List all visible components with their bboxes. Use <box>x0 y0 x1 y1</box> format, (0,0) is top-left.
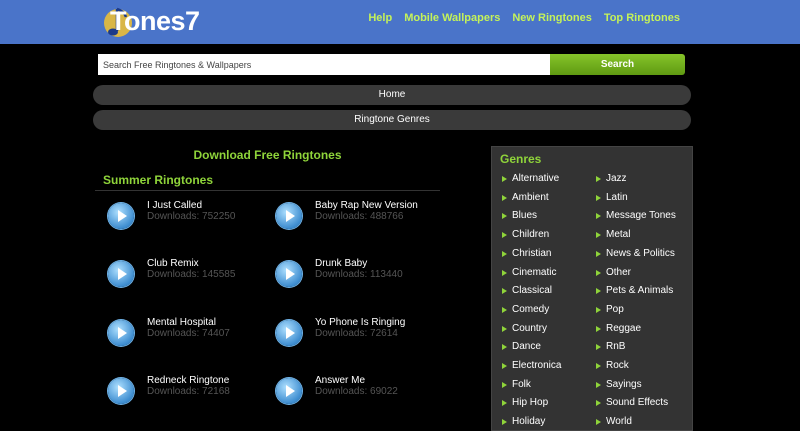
ringtone-downloads: Downloads: 72168 <box>147 386 230 397</box>
ringtone-downloads: Downloads: 752250 <box>147 211 236 222</box>
search-input[interactable] <box>98 54 550 75</box>
menu-home[interactable]: Home <box>93 85 691 105</box>
genre-link[interactable]: Electronica <box>501 360 561 371</box>
genre-link[interactable]: World <box>596 416 632 427</box>
genre-link[interactable]: Children <box>501 229 549 240</box>
genre-link[interactable]: Folk <box>502 379 531 390</box>
header-bar: Tones7 Help Mobile Wallpapers New Ringto… <box>0 0 800 44</box>
nav-help-link[interactable]: Help <box>368 12 392 24</box>
genre-link[interactable]: Reggae <box>595 323 641 334</box>
ringtone-title[interactable]: Club Remix <box>147 258 199 269</box>
play-icon[interactable] <box>108 261 134 287</box>
play-icon[interactable] <box>276 261 302 287</box>
play-icon[interactable] <box>108 378 134 404</box>
ringtone-title[interactable]: Baby Rap New Version <box>315 200 418 211</box>
genre-link[interactable]: Latin <box>596 192 628 203</box>
play-icon[interactable] <box>108 320 134 346</box>
play-icon[interactable] <box>276 378 302 404</box>
nav-mobile-wallpapers-link[interactable]: Mobile Wallpapers <box>404 12 500 24</box>
genre-link[interactable]: Other <box>595 267 631 278</box>
ringtone-item[interactable]: I Just Called Downloads: 752250 <box>108 200 268 240</box>
genre-link[interactable]: Message Tones <box>596 210 676 221</box>
section-divider <box>95 190 440 191</box>
ringtone-item[interactable]: Club Remix Downloads: 145585 <box>108 258 268 298</box>
section-subtitle: Summer Ringtones <box>103 173 214 187</box>
menu-ringtone-genres[interactable]: Ringtone Genres <box>93 110 691 130</box>
genre-link[interactable]: Blues <box>501 210 537 221</box>
ringtone-title[interactable]: Yo Phone Is Ringing <box>315 317 405 328</box>
search-button[interactable]: Search <box>550 54 685 75</box>
top-nav: Help Mobile Wallpapers New Ringtones Top… <box>368 12 680 24</box>
ringtone-downloads: Downloads: 113440 <box>315 269 403 280</box>
ringtone-downloads: Downloads: 72614 <box>315 328 398 339</box>
ringtone-title[interactable]: Answer Me <box>315 375 365 386</box>
genre-link[interactable]: Sound Effects <box>595 397 668 408</box>
site-logo-text[interactable]: Tones7 <box>110 6 200 37</box>
ringtone-downloads: Downloads: 145585 <box>147 269 236 280</box>
genre-link[interactable]: Ambient <box>502 192 549 203</box>
ringtone-title[interactable]: Redneck Ringtone <box>147 375 229 386</box>
page-title: Download Free Ringtones <box>193 148 342 162</box>
genres-heading: Genres <box>500 152 542 166</box>
play-icon[interactable] <box>108 203 134 229</box>
genre-link[interactable]: Comedy <box>501 304 549 315</box>
genre-link[interactable]: Alternative <box>501 173 559 184</box>
genres-panel: Genres Alternative Ambient Blues Children Ch… <box>491 146 693 431</box>
genre-link[interactable]: Metal <box>595 229 630 240</box>
genre-link[interactable]: Holiday <box>501 416 545 427</box>
ringtone-downloads: Downloads: 74407 <box>147 328 230 339</box>
genre-link[interactable]: Pop <box>596 304 624 315</box>
ringtone-title[interactable]: I Just Called <box>147 200 202 211</box>
genre-link[interactable]: Country <box>501 323 547 334</box>
nav-new-ringtones-link[interactable]: New Ringtones <box>512 12 591 24</box>
genre-link[interactable]: Classical <box>501 285 552 296</box>
ringtone-item[interactable]: Baby Rap New Version Downloads: 488766 <box>276 200 436 240</box>
genre-link[interactable]: Jazz <box>596 173 627 184</box>
genre-link[interactable]: RnB <box>595 341 625 352</box>
ringtone-downloads: Downloads: 488766 <box>315 211 404 222</box>
genre-link[interactable]: Hip Hop <box>501 397 548 408</box>
genre-link[interactable]: Pets & Animals <box>595 285 673 296</box>
ringtone-item[interactable]: Mental Hospital Downloads: 74407 <box>108 317 268 357</box>
ringtone-item[interactable]: Answer Me Downloads: 69022 <box>276 375 436 415</box>
genre-link[interactable]: Rock <box>596 360 629 371</box>
ringtone-item[interactable]: Yo Phone Is Ringing Downloads: 72614 <box>276 317 436 357</box>
ringtone-downloads: Downloads: 69022 <box>315 386 398 397</box>
ringtone-item[interactable]: Redneck Ringtone Downloads: 72168 <box>108 375 268 415</box>
genre-link[interactable]: Sayings <box>596 379 642 390</box>
genre-link[interactable]: Cinematic <box>501 267 556 278</box>
genre-link[interactable]: Christian <box>501 248 551 259</box>
play-icon[interactable] <box>276 203 302 229</box>
play-icon[interactable] <box>276 320 302 346</box>
genre-link[interactable]: News & Politics <box>596 248 675 259</box>
ringtone-item[interactable]: Drunk Baby Downloads: 113440 <box>276 258 436 298</box>
ringtone-title[interactable]: Drunk Baby <box>315 258 367 269</box>
genre-link[interactable]: Dance <box>502 341 541 352</box>
nav-top-ringtones-link[interactable]: Top Ringtones <box>604 12 680 24</box>
ringtone-title[interactable]: Mental Hospital <box>147 317 216 328</box>
